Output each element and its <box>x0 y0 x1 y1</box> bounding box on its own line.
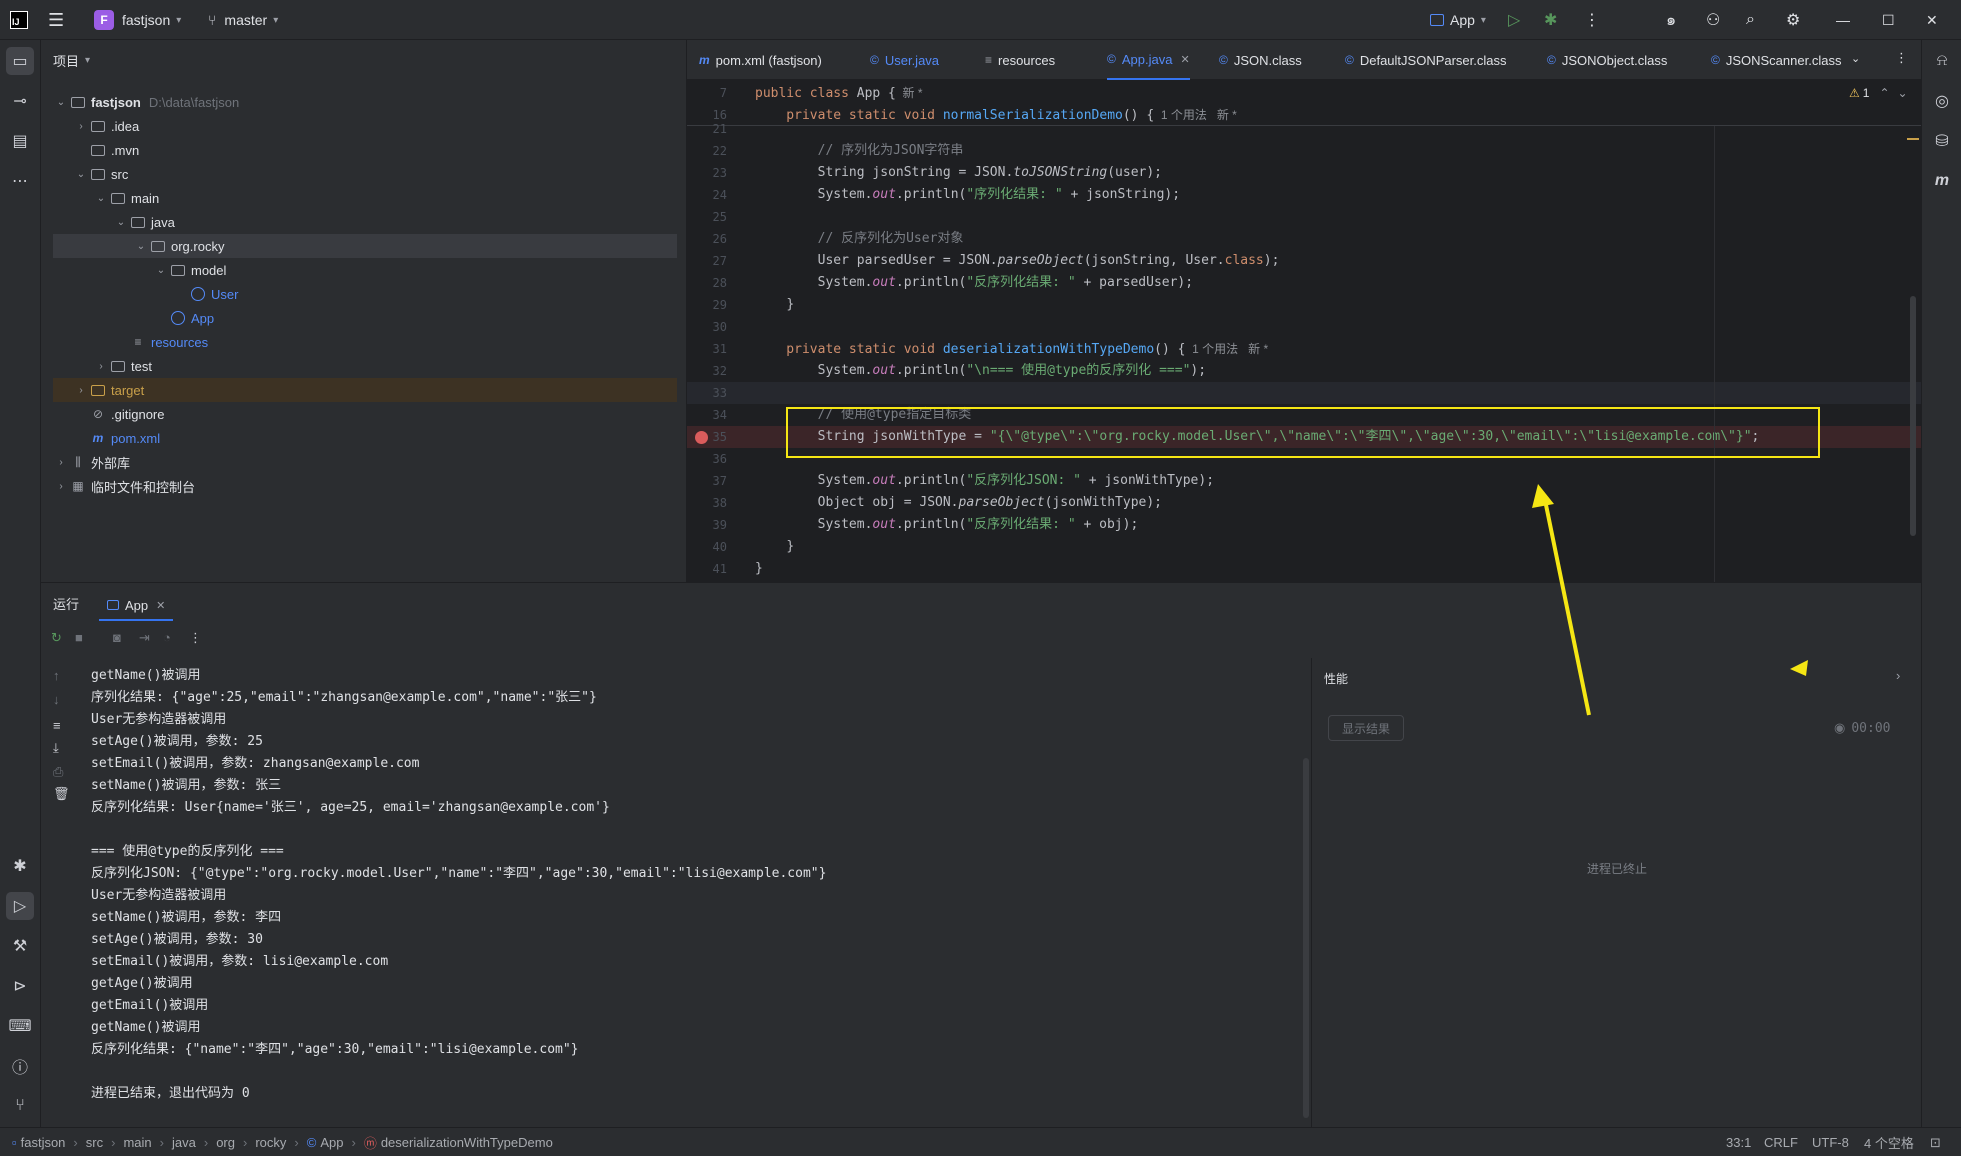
annotation-small-arrowhead <box>1790 660 1808 676</box>
annotation-arrowhead <box>1532 484 1554 508</box>
annotation-arrows <box>1532 484 1808 716</box>
annotation-arrow-line <box>1543 499 1591 716</box>
